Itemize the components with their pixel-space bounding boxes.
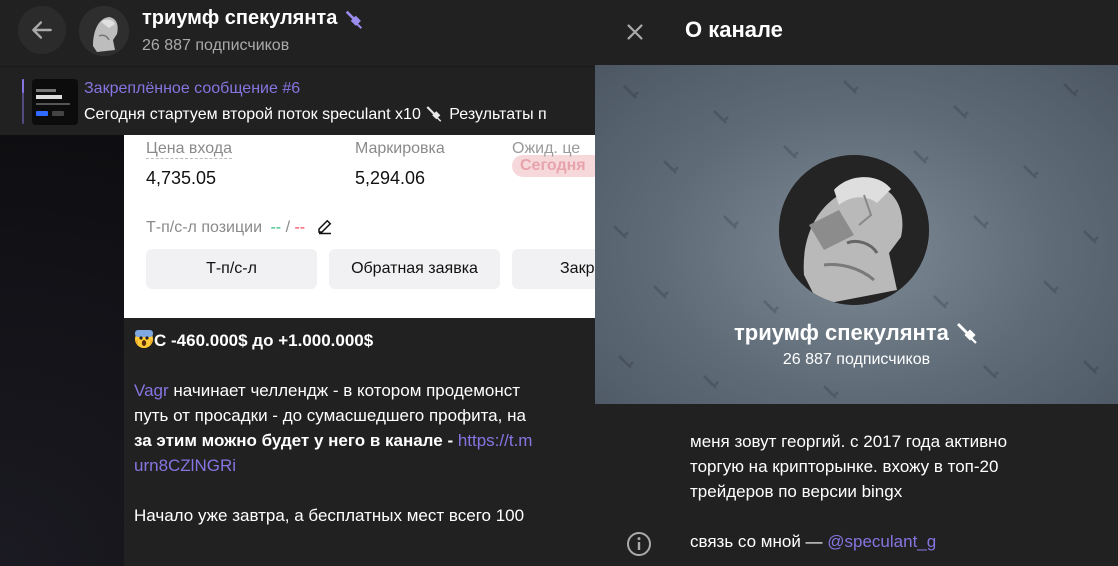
today-tag: Сегодня [512,155,595,177]
line4-bold: за этим можно будет у него в канале [134,431,443,450]
bio-line-3: трейдеров по версии bingx [690,482,903,501]
back-arrow-icon [32,21,52,39]
close-button[interactable] [617,14,653,50]
channel-name: триумф спекулянта [595,320,1118,346]
panel-header: О канале [595,0,1118,64]
contact-line: связь со мной — @speculant_g [690,532,936,552]
channel-subscribers: 26 887 подписчиков [782,351,931,368]
message-line-4: за этим можно будет у него в канале - ht… [134,428,595,453]
entry-price-label: Цена входа [146,140,233,159]
tpsl-separator: / [281,219,295,236]
chat-header[interactable]: триумф спекулянта 26 887 подписчиков [0,0,595,66]
message-headline: С -460.000$ до +1.000.000$ [134,328,595,353]
pencil-icon[interactable] [316,217,334,235]
sl-value: -- [294,219,306,236]
vagr-link[interactable]: Vagr [134,381,169,400]
message-line-3: путь от просадки - до сумасшедшего профи… [134,406,526,425]
message-line-5: urn8CZlNGRi [134,453,595,478]
channel-info-panel: О канале триумф спекулянта 26 887 подпис… [595,0,1118,566]
channel-name-text: триумф спекулянта [734,320,949,345]
message-line-2: Vagr начинает челлендж - в котором проде… [134,378,595,403]
contact-username-link[interactable]: @speculant_g [827,532,936,551]
pinned-preview: Сегодня стартуем второй поток speculant … [84,104,547,124]
channel-cover: триумф спекулянта 26 887 подписчиков [595,65,1118,404]
entry-price-value: 4,735.05 [146,168,217,188]
statue-avatar-large-image [779,155,929,305]
reverse-order-button[interactable]: Обратная заявка [329,249,500,289]
exchange-screenshot[interactable]: Цена входа 4,735.05 Маркировка 5,294.06 … [124,135,595,318]
statue-avatar-image [79,6,129,56]
channel-avatar[interactable] [79,6,129,56]
sword-icon [426,106,442,122]
channel-title: триумф спекулянта [142,7,365,30]
channel-link[interactable]: https://t.m [458,431,533,450]
channel-avatar-large[interactable] [779,155,929,305]
message-text: С -460.000$ до +1.000.000$ Vagr начинает… [134,328,595,528]
panel-title: О канале [685,17,783,42]
tp-value: -- [270,219,282,236]
tpsl-label: Т-п/с-л позиции [146,219,263,236]
close-icon [627,24,643,40]
headline-text: С -460.000$ до +1.000.000$ [154,331,374,350]
mark-price-label: Маркировка [355,140,445,157]
sword-badge-icon [346,10,363,29]
pinned-preview-tail: Результаты п [449,106,547,123]
message-line-6: Начало уже завтра, а бесплатных мест все… [134,506,525,525]
contact-prefix: связь со мной — [690,532,828,551]
bio-line-1: меня зовут георгий. с 2017 года активно [690,432,1008,451]
pinned-preview-text: Сегодня стартуем второй поток speculant … [84,106,426,123]
mark-price-value: 5,294.06 [355,168,426,188]
pinned-title: Закреплённое сообщение #6 [84,80,301,97]
sword-badge-icon [956,323,977,344]
scream-emoji-icon [135,330,153,348]
pinned-message-bar[interactable]: Закреплённое сообщение #6 Сегодня старту… [0,66,595,135]
message-bubble: Цена входа 4,735.05 Маркировка 5,294.06 … [124,135,595,566]
line4-dash: - [442,431,458,450]
pinned-indicator-segment [22,79,24,93]
back-button[interactable] [18,6,66,54]
channel-title-text: триумф спекулянта [142,7,338,29]
expected-label: Ожид. це [512,140,581,157]
chat-area: триумф спекулянта 26 887 подписчиков Зак… [0,0,595,566]
tpsl-button[interactable]: Т-п/с-л [146,249,317,289]
subscriber-count: 26 887 подписчиков [142,37,290,54]
channel-link-tail[interactable]: urn8CZlNGRi [134,456,236,475]
close-position-button[interactable]: Закр [512,249,595,289]
bio-line-2: торгую на крипторынке. вхожу в топ-20 [690,457,999,476]
channel-description: меня зовут георгий. с 2017 года активно … [690,429,1110,504]
tpsl-row: Т-п/с-л позиции -- / -- [146,217,334,237]
pinned-thumbnail [32,79,78,125]
info-icon [627,532,651,556]
line2-text: начинает челлендж - в котором продемонст [168,381,521,400]
